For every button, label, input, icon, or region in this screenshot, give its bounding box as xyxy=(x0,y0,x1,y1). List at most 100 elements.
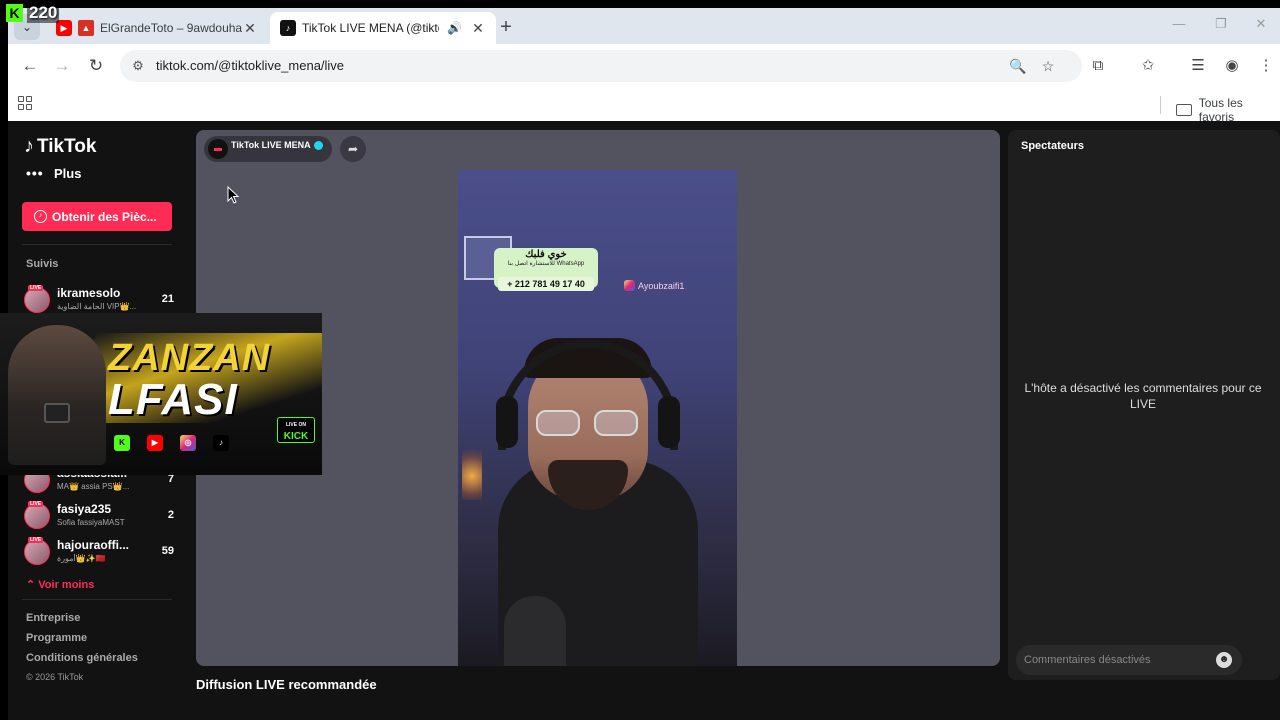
sticker-phone: + 212 781 49 17 40 xyxy=(498,277,594,291)
host-avatar xyxy=(208,139,228,159)
more-dots-icon: ••• xyxy=(26,165,44,181)
tiktok-icon: ♪ xyxy=(213,435,229,451)
back-arrow-icon[interactable]: ← xyxy=(18,54,42,78)
following-username: hajouraoffi... xyxy=(57,538,129,552)
site-settings-icon[interactable]: ⚙ xyxy=(128,56,148,76)
url-text[interactable]: tiktok.com/@tiktoklive_mena/live xyxy=(156,58,344,73)
viewers-panel-title[interactable]: Spectateurs xyxy=(1021,140,1084,152)
folder-icon xyxy=(1176,104,1192,116)
sticker-small-text: للاستشارة اتصل بنا WhatsApp xyxy=(507,261,585,267)
headset-left-ear xyxy=(496,396,518,448)
restore-icon[interactable]: ❐ xyxy=(1206,16,1236,36)
close-window-icon[interactable]: ✕ xyxy=(1246,16,1276,36)
mouse-cursor-icon xyxy=(227,186,239,204)
viewers-panel: Spectateurs L'hôte a désactivé les comme… xyxy=(1008,130,1280,680)
banner-name-line2: LFASI xyxy=(108,375,238,424)
more-menu[interactable]: ••• Plus xyxy=(26,165,81,181)
logo-text: TikTok xyxy=(37,135,97,157)
media-control-icon[interactable]: ☰ xyxy=(1186,54,1210,78)
microphone xyxy=(504,596,566,666)
following-item[interactable]: LIVE fasiya235 Sofia fassiyaMAST 2 xyxy=(24,501,174,533)
instagram-icon: ◎ xyxy=(180,435,196,451)
contact-sticker: خوي فلبك للاستشارة اتصل بنا WhatsApp + 2… xyxy=(494,248,598,291)
following-username: ikramesolo xyxy=(57,286,121,300)
youtube-icon: ▶ xyxy=(147,435,163,451)
following-subtitle: Sofia fassiyaMAST xyxy=(57,518,125,527)
tiktok-icon: ♪ xyxy=(280,20,296,36)
see-less-link[interactable]: ⌃ Voir moins xyxy=(26,578,94,591)
host-info[interactable]: TikTok LIVE MENA xyxy=(204,136,332,162)
coin-icon: ♪ xyxy=(34,210,47,223)
viewer-count: 220 xyxy=(27,3,60,23)
following-section-label: Suivis xyxy=(26,258,59,270)
share-arrow-icon[interactable]: ➦ xyxy=(340,136,366,162)
following-subtitle: الحامة الضاوية VIP👑... xyxy=(57,302,137,311)
following-subtitle: MA👑 assia PS👑... xyxy=(57,482,130,491)
following-subtitle: أمورة👑✨🇲🇦 xyxy=(57,554,106,563)
verified-icon xyxy=(313,141,323,151)
footer-link-company[interactable]: Entreprise xyxy=(26,612,80,624)
recommended-live-heading: Diffusion LIVE recommandée xyxy=(196,677,377,692)
bookmark-star-icon[interactable]: ☆ xyxy=(1038,56,1058,76)
sticker-arabic-text: خوي فلبك xyxy=(525,249,567,260)
speaker-icon[interactable]: 🔊 xyxy=(447,21,462,35)
browser-chrome: ⌄ ▶ ▲ ElGrandeToto – 9awdouha ( ✕ ♪ TikT… xyxy=(8,8,1280,124)
profile-icon[interactable]: ◉ xyxy=(1220,54,1244,78)
tiktok-logo[interactable]: ♪ TikTok xyxy=(24,135,96,158)
tab-elgrandetoto[interactable]: ▶ ▲ ElGrandeToto – 9awdouha ( ✕ xyxy=(46,12,268,44)
following-viewer-count: 2 xyxy=(167,509,174,521)
zoom-icon[interactable]: 🔍 xyxy=(1008,56,1028,76)
more-label: Plus xyxy=(54,165,82,181)
tab-strip: ⌄ ▶ ▲ ElGrandeToto – 9awdouha ( ✕ ♪ TikT… xyxy=(8,8,1280,44)
live-on-kick-badge: LIVE ON KICK xyxy=(277,417,315,443)
new-tab-button[interactable]: + xyxy=(494,16,518,40)
close-tab-icon[interactable]: ✕ xyxy=(242,20,258,37)
banner-socials: K ▶ ◎ ♪ xyxy=(114,435,246,451)
following-username: fasiya235 xyxy=(57,502,112,516)
sidebar-divider xyxy=(22,244,172,245)
chevron-up-icon: ⌃ xyxy=(26,579,39,591)
kick-viewer-badge: K 220 xyxy=(6,3,60,23)
see-less-label: Voir moins xyxy=(38,579,95,591)
extensions-icon[interactable]: ⧉ xyxy=(1086,54,1110,78)
tab-title: ElGrandeToto – 9awdouha ( xyxy=(100,21,242,35)
footer-link-program[interactable]: Programme xyxy=(26,632,87,644)
instagram-icon xyxy=(624,280,635,291)
forward-arrow-icon[interactable]: → xyxy=(50,54,74,78)
kick-logo-icon: K xyxy=(6,4,23,22)
camera-icon xyxy=(44,403,70,423)
comments-disabled-message: L'hôte a désactivé les commentaires pour… xyxy=(1024,381,1262,411)
address-bar[interactable]: ⚙ tiktok.com/@tiktoklive_mena/live 🔍 ☆ xyxy=(120,50,1082,82)
bookmarks-bar: Tous les favoris xyxy=(8,88,1280,124)
reload-icon[interactable]: ↻ xyxy=(84,54,108,78)
close-tab-icon[interactable]: ✕ xyxy=(470,20,486,37)
audio-icon: ▲ xyxy=(78,20,94,36)
headset-right-ear xyxy=(658,396,680,448)
following-viewer-count: 59 xyxy=(161,545,174,557)
get-coins-button[interactable]: ♪ Obtenir des Pièc... xyxy=(22,202,172,231)
streamer-portrait xyxy=(8,325,106,465)
kick-icon: K xyxy=(114,435,130,451)
host-name-row: TikTok LIVE MENA xyxy=(231,140,323,151)
toolbar: ← → ↻ ⚙ tiktok.com/@tiktoklive_mena/live… xyxy=(8,44,1280,88)
favorites-icon[interactable]: ✩ xyxy=(1136,54,1160,78)
footer-link-terms[interactable]: Conditions générales xyxy=(26,652,138,664)
live-video[interactable]: خوي فلبك للاستشارة اتصل بنا WhatsApp + 2… xyxy=(458,170,737,666)
copyright: © 2026 TikTok xyxy=(26,672,84,682)
sidebar-divider xyxy=(22,599,172,600)
tab-tiktok-live[interactable]: ♪ TikTok LIVE MENA (@tiktok 🔊 ✕ xyxy=(270,12,496,44)
banner-name-line1: ZANZAN xyxy=(108,337,271,379)
headset xyxy=(498,340,678,450)
host-name: TikTok LIVE MENA xyxy=(231,140,311,150)
emoji-icon: ☻ xyxy=(1216,652,1232,668)
menu-icon[interactable]: ⋮ xyxy=(1254,54,1278,78)
following-item[interactable]: LIVE hajouraoffi... أمورة👑✨🇲🇦 59 xyxy=(24,537,174,569)
all-bookmarks[interactable]: Tous les favoris xyxy=(1176,96,1280,124)
tab-title: TikTok LIVE MENA (@tiktok xyxy=(302,21,440,35)
instagram-handle: Ayoubzaifi1 xyxy=(638,280,685,291)
minimize-icon[interactable]: — xyxy=(1164,16,1194,36)
comment-input: Commentaires désactivés ☻ xyxy=(1016,645,1242,675)
apps-grid-icon[interactable] xyxy=(18,96,34,112)
kick-label: KICK xyxy=(283,431,309,442)
all-bookmarks-label: Tous les favoris xyxy=(1198,96,1243,124)
